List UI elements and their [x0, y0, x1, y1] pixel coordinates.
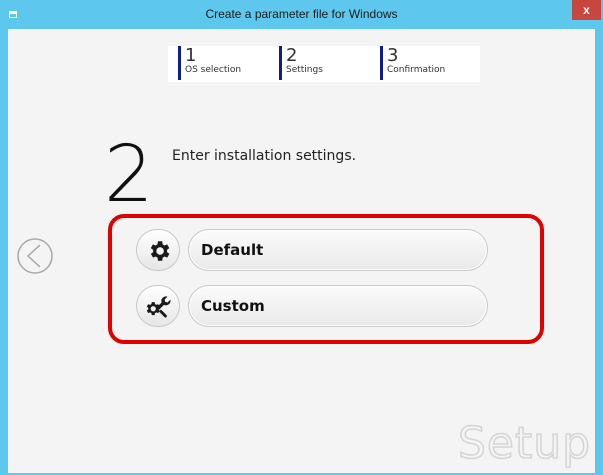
wrench-gear-icon[interactable]	[136, 285, 180, 327]
step-indicator: 1 OS selection 2 Settings 3 Confirmation	[168, 46, 480, 82]
step-label: Confirmation	[387, 65, 446, 75]
step-number: 3	[387, 45, 399, 66]
custom-option[interactable]: Custom	[136, 285, 488, 327]
step-2: 2 Settings	[279, 46, 323, 80]
step-label: Settings	[286, 65, 323, 75]
custom-button[interactable]: Custom	[188, 285, 488, 327]
current-step-number: 2	[104, 130, 154, 220]
default-button[interactable]: Default	[188, 229, 488, 271]
default-label: Default	[201, 241, 264, 259]
back-arrow-icon[interactable]	[15, 236, 55, 276]
step-number: 2	[286, 45, 298, 66]
setup-watermark: Setup	[457, 417, 592, 470]
close-button[interactable]: x	[572, 0, 601, 20]
custom-label: Custom	[201, 297, 265, 315]
gear-icon[interactable]	[136, 229, 180, 271]
default-option[interactable]: Default	[136, 229, 488, 271]
step-number: 1	[185, 45, 197, 66]
title-bar: Create a parameter file for Windows x	[0, 0, 603, 29]
window-title: Create a parameter file for Windows	[205, 7, 398, 21]
step-1: 1 OS selection	[178, 46, 241, 80]
prompt-text: Enter installation settings.	[172, 148, 357, 164]
step-3: 3 Confirmation	[380, 46, 445, 80]
step-label: OS selection	[185, 65, 242, 75]
